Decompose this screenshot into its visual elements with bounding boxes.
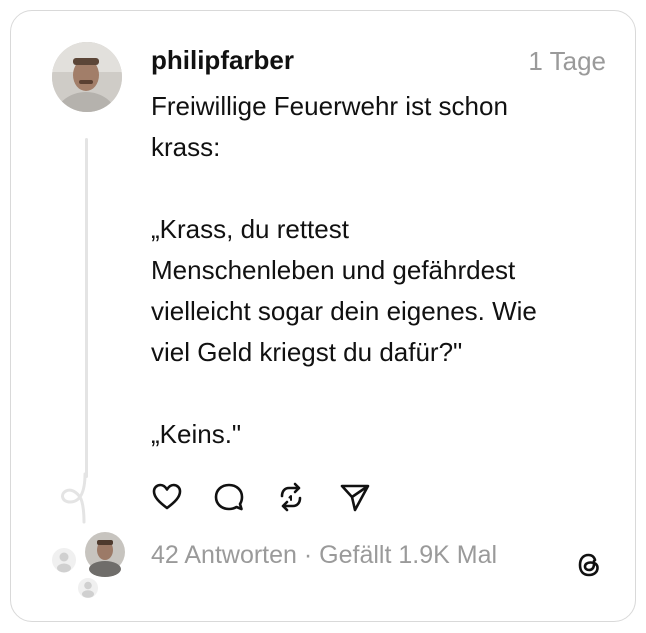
thread-loop-icon [61,472,87,524]
share-button[interactable] [338,480,372,514]
comment-bubble-icon [214,483,244,511]
repost-icon [280,482,302,512]
thread-line [85,138,88,478]
heart-icon [152,483,182,510]
post-stats: 42 Antworten · Gefällt 1.9K Mal [151,541,497,570]
reply-avatars[interactable] [48,532,128,602]
reply-avatar-small-1 [50,546,78,574]
username[interactable]: philipfarber [151,45,294,76]
repost-button[interactable] [274,480,308,514]
reply-avatar-small-2 [76,576,100,600]
threads-logo-icon [578,553,599,577]
reply-button[interactable] [212,480,246,514]
post-text: Freiwillige Feuerwehr ist schon krass: „… [151,91,537,449]
like-button[interactable] [150,480,184,514]
avatar-photo [52,42,122,112]
post-time: 1 Tage [528,46,606,76]
stats-separator: · [303,541,313,569]
reply-avatar-large [85,532,125,577]
likes-count[interactable]: Gefällt 1.9K Mal [319,541,497,569]
send-icon [340,484,370,512]
author-avatar[interactable] [52,42,122,112]
replies-count[interactable]: 42 Antworten [151,541,297,569]
